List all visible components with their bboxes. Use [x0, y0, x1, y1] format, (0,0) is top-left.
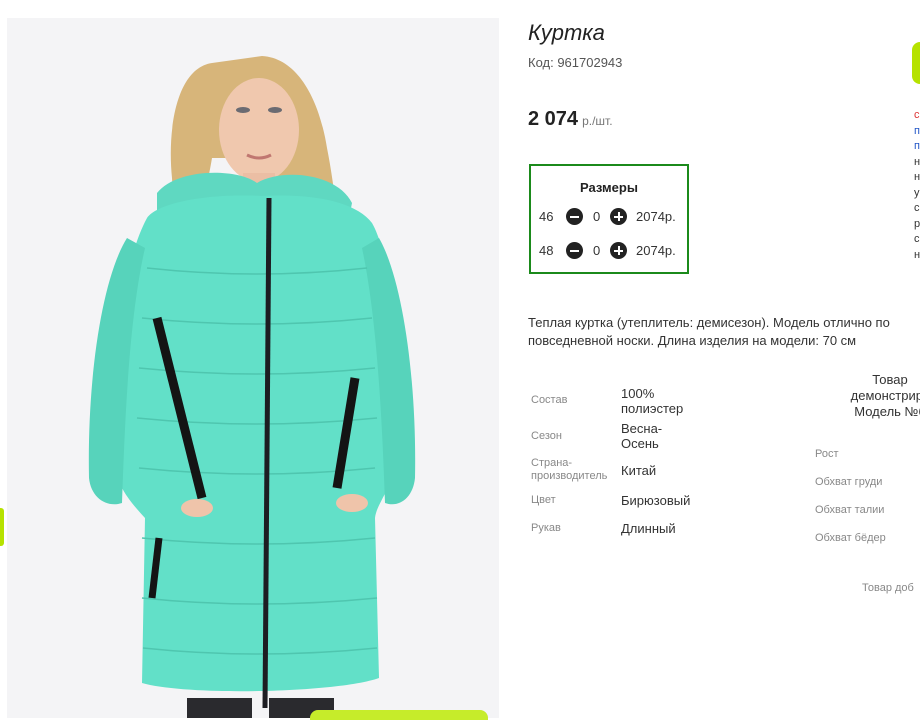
- product-photo[interactable]: [7, 18, 499, 718]
- size-price: 2074р.: [636, 243, 676, 258]
- measurement-label: Обхват талии: [815, 504, 885, 516]
- product-code: Код: 961702943: [528, 55, 623, 70]
- right-edge-accent-button[interactable]: [912, 42, 920, 84]
- size-label: 48: [539, 243, 554, 258]
- cropped-letter: у: [914, 186, 920, 199]
- plus-circle-icon[interactable]: [610, 242, 627, 259]
- product-price: 2 074 р./шт.: [528, 108, 613, 131]
- size-label: 46: [539, 209, 554, 224]
- cropped-sidebar-text: с п п н н у с р с н: [914, 108, 920, 263]
- plus-circle-icon[interactable]: [610, 208, 627, 225]
- property-value: Бирюзовый: [621, 493, 691, 508]
- cropped-letter: с: [914, 202, 920, 214]
- sizes-panel: Размеры 46 0 2074р. 48 0 2074р.: [529, 164, 689, 274]
- price-unit: р./шт.: [582, 114, 613, 128]
- property-label: Сезон: [531, 430, 562, 442]
- cropped-letter: н: [914, 155, 920, 168]
- cropped-letter: р: [914, 217, 920, 230]
- cropped-letter: с: [914, 109, 920, 121]
- product-title: Куртка: [528, 20, 605, 45]
- minus-circle-icon[interactable]: [566, 242, 583, 259]
- property-value: Длинный: [621, 521, 676, 536]
- measurement-label: Обхват груди: [815, 476, 883, 488]
- size-quantity: 0: [593, 209, 601, 224]
- left-edge-accent: [0, 508, 4, 546]
- property-value: 100% полиэстер: [621, 386, 684, 416]
- cropped-link[interactable]: п: [914, 139, 920, 155]
- cropped-letter: н: [914, 248, 920, 261]
- cropped-link[interactable]: п: [914, 124, 920, 140]
- size-price: 2074р.: [636, 209, 676, 224]
- property-label: Рукав: [531, 522, 561, 534]
- measurement-label: Обхват бёдер: [815, 532, 886, 544]
- description-line: Теплая куртка (утеплитель: демисезон). М…: [528, 315, 890, 330]
- product-description: Теплая куртка (утеплитель: демисезон). М…: [528, 314, 920, 350]
- model-info-line: демонстриру: [850, 388, 920, 403]
- property-label: Цвет: [531, 494, 556, 506]
- cropped-letter: н: [914, 171, 920, 183]
- model-info: Товар демонстриру Модель №6: [830, 372, 920, 420]
- property-value: Весна-Осень: [621, 421, 663, 451]
- price-value: 2 074: [528, 108, 579, 130]
- sizes-title: Размеры: [580, 180, 638, 195]
- measurement-label: Рост: [815, 448, 839, 460]
- bottom-accent-button[interactable]: [310, 710, 488, 720]
- minus-circle-icon[interactable]: [566, 208, 583, 225]
- property-value: Китай: [621, 463, 657, 478]
- cropped-letter: с: [914, 233, 920, 245]
- model-info-line: Товар: [872, 372, 908, 387]
- description-line: повседневной носки. Длина изделия на мод…: [528, 333, 857, 348]
- size-quantity: 0: [593, 243, 601, 258]
- model-info-line: Модель №6: [854, 404, 920, 419]
- stock-note: Товар доб: [862, 582, 914, 594]
- property-label: Состав: [531, 394, 568, 406]
- property-label: Страна-производитель: [531, 457, 608, 482]
